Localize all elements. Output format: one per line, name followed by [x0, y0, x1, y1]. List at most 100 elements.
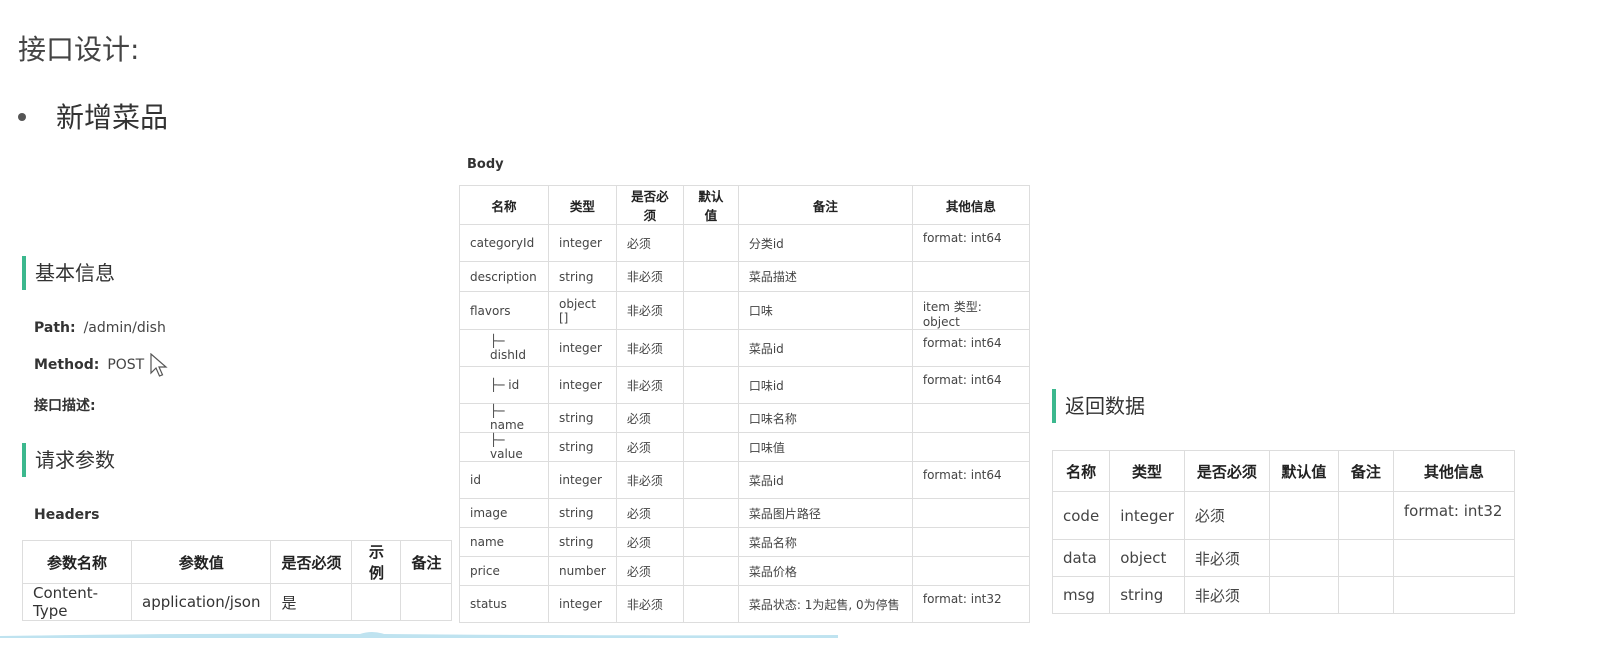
table-cell: image [459, 498, 549, 528]
table-cell [911, 403, 1030, 433]
table-cell: format: int64 [911, 224, 1030, 262]
table-cell [682, 527, 739, 557]
table-row: code integer 必须 format: int32 [1051, 491, 1515, 540]
method-value: POST [107, 357, 145, 373]
table-cell [682, 403, 739, 433]
table-cell: string [548, 261, 617, 292]
table-cell: 非必须 [1183, 576, 1270, 614]
table-cell [911, 556, 1030, 586]
table-cell: 非必须 [615, 585, 684, 623]
table-row: price number 必须 菜品价格 [459, 556, 1030, 586]
table-cell [911, 432, 1030, 462]
body-col-name: 名称 [459, 185, 549, 225]
headers-col-remark: 备注 [400, 540, 453, 584]
table-cell [1337, 539, 1394, 577]
table-cell: 必须 [1183, 491, 1270, 540]
section-request-params: 请求参数 [22, 443, 115, 477]
table-row: name string 必须 菜品名称 [459, 527, 1030, 557]
table-cell: format: int32 [911, 585, 1030, 623]
table-cell: price [459, 556, 549, 586]
table-cell: 必须 [615, 432, 684, 462]
table-cell: 菜品描述 [737, 261, 913, 292]
desc-row: 接口描述: [34, 395, 104, 415]
table-row: categoryId integer 必须 分类id format: int64 [459, 224, 1030, 262]
table-cell: 口味名称 [737, 403, 913, 433]
table-cell: flavors [459, 291, 549, 330]
table-cell [682, 556, 739, 586]
table-cell [911, 498, 1030, 528]
table-cell: ├─ id [459, 366, 549, 404]
table-row: ├─ id integer 非必须 口味id format: int64 [459, 366, 1030, 404]
table-cell [682, 261, 739, 292]
table-cell: string [548, 432, 617, 462]
table-cell: 是 [270, 583, 353, 621]
table-cell: description [459, 261, 549, 292]
table-cell: status [459, 585, 549, 623]
table-cell [682, 461, 739, 499]
table-cell [682, 366, 739, 404]
response-col-default: 默认值 [1268, 450, 1339, 492]
headers-table-head: 参数名称 参数值 是否必须 示例 备注 [22, 540, 453, 584]
response-table: 名称 类型 是否必须 默认值 备注 其他信息 code integer 必须 form… [1051, 450, 1515, 614]
table-cell: 口味值 [737, 432, 913, 462]
headers-col-required: 是否必须 [270, 540, 353, 584]
response-col-name: 名称 [1051, 450, 1111, 492]
body-label: Body [467, 157, 504, 172]
table-cell [682, 329, 739, 367]
table-cell: integer [548, 366, 617, 404]
table-cell: 必须 [615, 498, 684, 528]
section-basic-info: 基本信息 [22, 256, 115, 290]
table-row: data object 非必须 [1051, 539, 1515, 577]
headers-col-example: 示例 [351, 540, 402, 584]
body-col-required: 是否必须 [615, 185, 684, 225]
table-cell: string [548, 527, 617, 557]
response-col-required: 是否必须 [1183, 450, 1270, 492]
table-row: flavors object [] 非必须 口味 item 类型: object [459, 291, 1030, 330]
table-row: Content-Type application/json 是 [22, 583, 453, 621]
table-cell: integer [548, 224, 617, 262]
response-col-type: 类型 [1109, 450, 1185, 492]
section-response: 返回数据 [1052, 389, 1145, 423]
table-cell [1268, 576, 1339, 614]
table-cell [682, 498, 739, 528]
table-cell: 非必须 [615, 329, 684, 367]
table-row: ├─ name string 必须 口味名称 [459, 403, 1030, 433]
table-cell: format: int64 [911, 366, 1030, 404]
table-cell: code [1051, 491, 1111, 540]
table-cell [1337, 576, 1394, 614]
table-cell: 菜品价格 [737, 556, 913, 586]
table-cell: integer [548, 461, 617, 499]
table-row: id integer 非必须 菜品id format: int64 [459, 461, 1030, 499]
table-cell: ├─ name [459, 403, 549, 433]
table-cell: ├─ dishId [459, 329, 549, 367]
table-cell: string [548, 403, 617, 433]
table-row: description string 非必须 菜品描述 [459, 261, 1030, 292]
path-value: /admin/dish [83, 320, 166, 336]
table-cell [911, 527, 1030, 557]
table-row: ├─ value string 必须 口味值 [459, 432, 1030, 462]
table-cell: 必须 [615, 224, 684, 262]
headers-col-name: 参数名称 [22, 540, 132, 584]
table-cell: 非必须 [615, 291, 684, 330]
mouse-cursor-icon [150, 353, 168, 377]
table-cell: data [1051, 539, 1111, 577]
table-row: status integer 非必须 菜品状态: 1为起售, 0为停售 format: … [459, 585, 1030, 623]
table-cell: object [] [548, 291, 617, 330]
table-cell: 非必须 [615, 261, 684, 292]
path-label: Path: [34, 320, 76, 336]
table-cell [1268, 491, 1339, 540]
table-cell [400, 583, 453, 621]
table-cell: 菜品id [737, 329, 913, 367]
table-cell: 菜品id [737, 461, 913, 499]
bullet-dot-icon [18, 113, 26, 121]
table-cell: 必须 [615, 527, 684, 557]
desc-label: 接口描述: [34, 398, 96, 414]
table-cell: format: int64 [911, 461, 1030, 499]
table-cell [682, 585, 739, 623]
bottom-wave-decoration [0, 632, 838, 638]
body-table-head: 名称 类型 是否必须 默认值 备注 其他信息 [459, 185, 1030, 225]
table-cell: 分类id [737, 224, 913, 262]
table-cell [682, 291, 739, 330]
response-col-other: 其他信息 [1392, 450, 1515, 492]
table-cell [1268, 539, 1339, 577]
